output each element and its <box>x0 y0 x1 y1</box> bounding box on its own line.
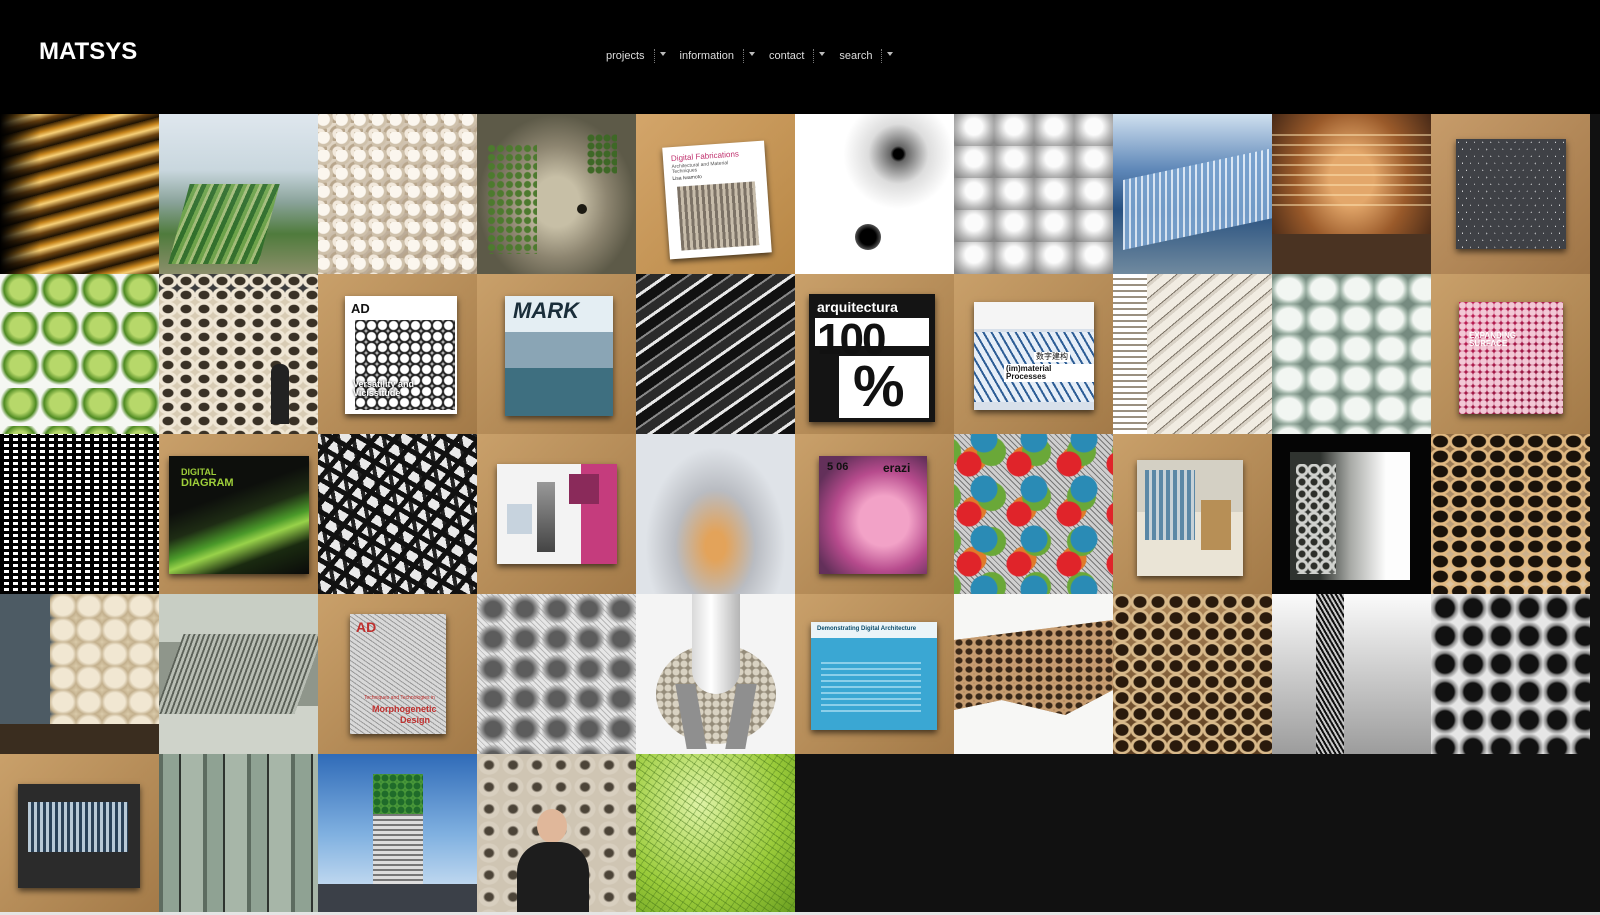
project-thumbnail[interactable] <box>636 754 795 914</box>
project-thumbnail[interactable] <box>636 274 795 434</box>
project-thumbnail[interactable] <box>477 754 636 914</box>
magazine-cover: Digital Fabrications Architectural and M… <box>662 140 772 260</box>
project-thumbnail[interactable] <box>1113 594 1272 754</box>
project-thumbnail[interactable] <box>1431 434 1590 594</box>
project-thumbnail[interactable] <box>0 754 159 914</box>
project-thumbnail[interactable] <box>1113 274 1272 434</box>
project-thumbnail[interactable] <box>159 114 318 274</box>
project-thumbnail[interactable] <box>1272 274 1431 434</box>
site-logo[interactable]: MATSYS <box>39 38 137 66</box>
magazine-cover: arquitectura 100 % <box>809 294 935 422</box>
chevron-down-icon[interactable] <box>887 51 894 56</box>
magazine-cover: Demonstrating Digital Architecture <box>811 622 937 730</box>
cover-title: Morphogenetic <box>372 704 437 714</box>
project-thumbnail[interactable] <box>1431 594 1590 754</box>
project-thumbnail[interactable]: EXPANDING SURFACE <box>1431 274 1590 434</box>
project-thumbnail[interactable] <box>0 434 159 594</box>
project-thumbnail[interactable] <box>1272 594 1431 754</box>
magazine-cover <box>497 464 617 564</box>
project-thumbnail[interactable] <box>636 434 795 594</box>
project-thumbnail[interactable] <box>1272 114 1431 274</box>
cover-subtitle: Techniques and Technologies in <box>364 695 435 701</box>
project-thumbnail[interactable] <box>318 114 477 274</box>
magazine-cover <box>1456 139 1566 249</box>
project-thumbnail[interactable]: AD Versatility and Vicissitude <box>318 274 477 434</box>
project-thumbnail[interactable] <box>1431 114 1590 274</box>
cover-title: Design <box>400 715 431 725</box>
project-thumbnail[interactable] <box>1272 434 1431 594</box>
project-thumbnail[interactable] <box>954 594 1113 754</box>
cover-percent: % <box>853 354 905 419</box>
cover-title: arquitectura <box>817 299 898 315</box>
project-thumbnail[interactable] <box>477 594 636 754</box>
project-thumbnail[interactable]: arquitectura 100 % <box>795 274 954 434</box>
magazine-cover: 5 06 erazi <box>819 456 927 574</box>
magazine-cover: 数字建构 (im)material Processes <box>974 302 1094 410</box>
cover-title: erazi <box>883 461 911 475</box>
project-thumbnail[interactable] <box>0 274 159 434</box>
project-thumbnail-grid: Digital Fabrications Architectural and M… <box>0 114 1600 915</box>
nav-divider <box>742 49 744 63</box>
project-thumbnail[interactable] <box>159 754 318 914</box>
project-thumbnail[interactable] <box>954 434 1113 594</box>
main-nav: projects information contact search <box>606 49 907 63</box>
magazine-cover: AD Techniques and Technologies in Morpho… <box>350 614 446 734</box>
project-thumbnail[interactable] <box>636 594 795 754</box>
project-thumbnail[interactable]: AD Techniques and Technologies in Morpho… <box>318 594 477 754</box>
cover-issue: 5 06 <box>827 461 849 473</box>
project-thumbnail[interactable]: 5 06 erazi <box>795 434 954 594</box>
nav-divider <box>881 49 883 63</box>
project-thumbnail[interactable] <box>795 114 954 274</box>
project-thumbnail[interactable] <box>477 114 636 274</box>
cover-logo: AD <box>351 301 370 316</box>
cover-logo: MARK <box>513 298 579 323</box>
cover-author: Lisa Iwamoto <box>672 174 703 183</box>
cover-title-cn: 数字建构 <box>1034 352 1070 362</box>
cover-title: EXPANDING SURFACE <box>1469 331 1516 348</box>
project-thumbnail[interactable]: DIGITAL DIAGRAM <box>159 434 318 594</box>
magazine-cover <box>1137 460 1243 576</box>
project-thumbnail[interactable]: Digital Fabrications Architectural and M… <box>636 114 795 274</box>
project-thumbnail[interactable] <box>159 274 318 434</box>
chevron-down-icon[interactable] <box>659 51 666 56</box>
project-thumbnail[interactable] <box>954 114 1113 274</box>
nav-search[interactable]: search <box>839 49 894 63</box>
project-thumbnail[interactable] <box>159 594 318 754</box>
project-thumbnail[interactable]: Demonstrating Digital Architecture <box>795 594 954 754</box>
magazine-cover: EXPANDING SURFACE <box>1459 302 1563 414</box>
magazine-cover: AD Versatility and Vicissitude <box>345 296 457 414</box>
cover-title: Demonstrating Digital Architecture <box>817 626 917 632</box>
nav-contact[interactable]: contact <box>769 49 826 63</box>
nav-contact-label[interactable]: contact <box>769 50 804 62</box>
project-thumbnail[interactable] <box>1113 434 1272 594</box>
project-thumbnail[interactable] <box>318 754 477 914</box>
magazine-cover: MARK <box>505 296 613 416</box>
project-thumbnail[interactable]: 数字建构 (im)material Processes <box>954 274 1113 434</box>
project-thumbnail[interactable] <box>0 594 159 754</box>
nav-information-label[interactable]: information <box>680 50 734 62</box>
magazine-cover <box>18 784 140 888</box>
nav-divider <box>813 49 815 63</box>
project-thumbnail[interactable]: MARK <box>477 274 636 434</box>
cover-title: Versatility and Vicissitude <box>353 379 415 398</box>
cover-title: DIGITAL <box>181 467 217 477</box>
magazine-cover: DIGITAL DIAGRAM <box>169 456 309 574</box>
project-thumbnail[interactable] <box>1113 114 1272 274</box>
project-thumbnail[interactable] <box>318 434 477 594</box>
site-header: MATSYS projects information contact sear… <box>0 0 1600 114</box>
cover-logo: AD <box>356 619 377 635</box>
project-thumbnail[interactable] <box>0 114 159 274</box>
cover-title: (im)material Processes <box>1004 364 1094 382</box>
nav-information[interactable]: information <box>680 49 755 63</box>
nav-projects[interactable]: projects <box>606 49 666 63</box>
chevron-down-icon[interactable] <box>819 51 826 56</box>
chevron-down-icon[interactable] <box>748 51 755 56</box>
cover-title: DIAGRAM <box>181 477 234 489</box>
nav-divider <box>653 49 655 63</box>
nav-projects-label[interactable]: projects <box>606 50 645 62</box>
nav-search-label[interactable]: search <box>839 50 872 62</box>
project-thumbnail[interactable] <box>477 434 636 594</box>
